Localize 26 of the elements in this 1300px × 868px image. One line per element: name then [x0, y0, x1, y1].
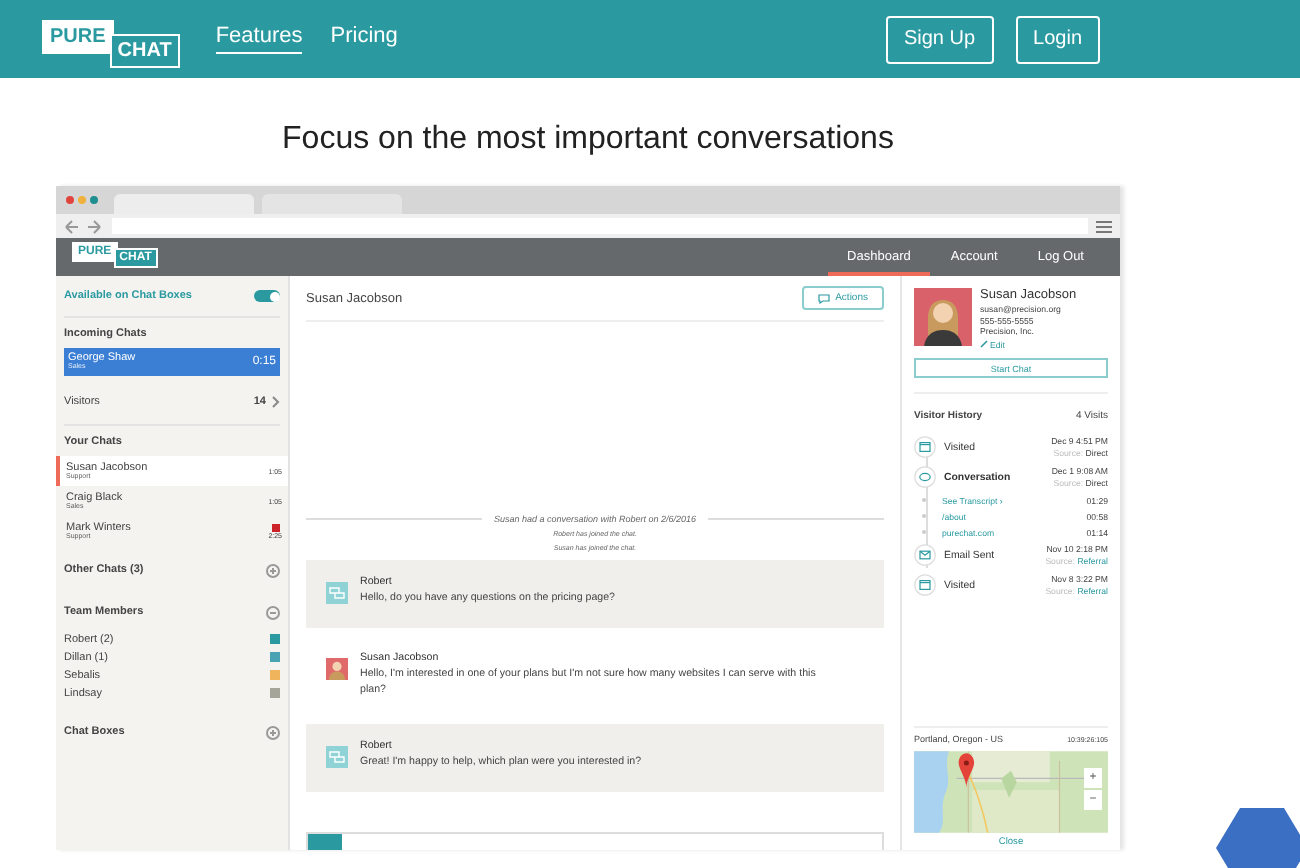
back-forward-icon[interactable] — [64, 219, 104, 233]
header-button[interactable]: Login — [1015, 15, 1100, 63]
avatar-icon — [326, 658, 348, 680]
chat-bubbles-icon — [326, 745, 348, 768]
minimize-dot-icon[interactable] — [78, 196, 86, 204]
chat-bubble-icon — [817, 293, 830, 303]
close-dot-icon[interactable] — [66, 196, 74, 204]
pure-chat-logo[interactable]: PURE CHAT — [42, 15, 180, 63]
chevron-right-icon[interactable] — [272, 396, 280, 408]
avatar-icon — [914, 288, 972, 346]
maximize-dot-icon[interactable] — [90, 196, 98, 204]
chat-bubble-icon — [914, 466, 936, 489]
expand-icon[interactable] — [266, 725, 280, 739]
message-input[interactable] — [306, 832, 884, 850]
nav-link[interactable]: Features — [215, 24, 303, 54]
header-button[interactable]: Sign Up — [885, 15, 994, 63]
collapse-icon[interactable] — [266, 605, 280, 619]
chat-bubbles-icon — [326, 582, 348, 604]
page-heading: Focus on the most important conversations — [282, 122, 894, 158]
browser-window-icon — [914, 436, 936, 459]
toggle-switch[interactable] — [254, 290, 280, 302]
nav-link[interactable]: Pricing — [330, 24, 398, 54]
expand-icon[interactable] — [266, 563, 280, 577]
menu-icon[interactable] — [1096, 219, 1112, 233]
envelope-icon — [914, 544, 936, 567]
browser-window-icon — [914, 574, 936, 597]
